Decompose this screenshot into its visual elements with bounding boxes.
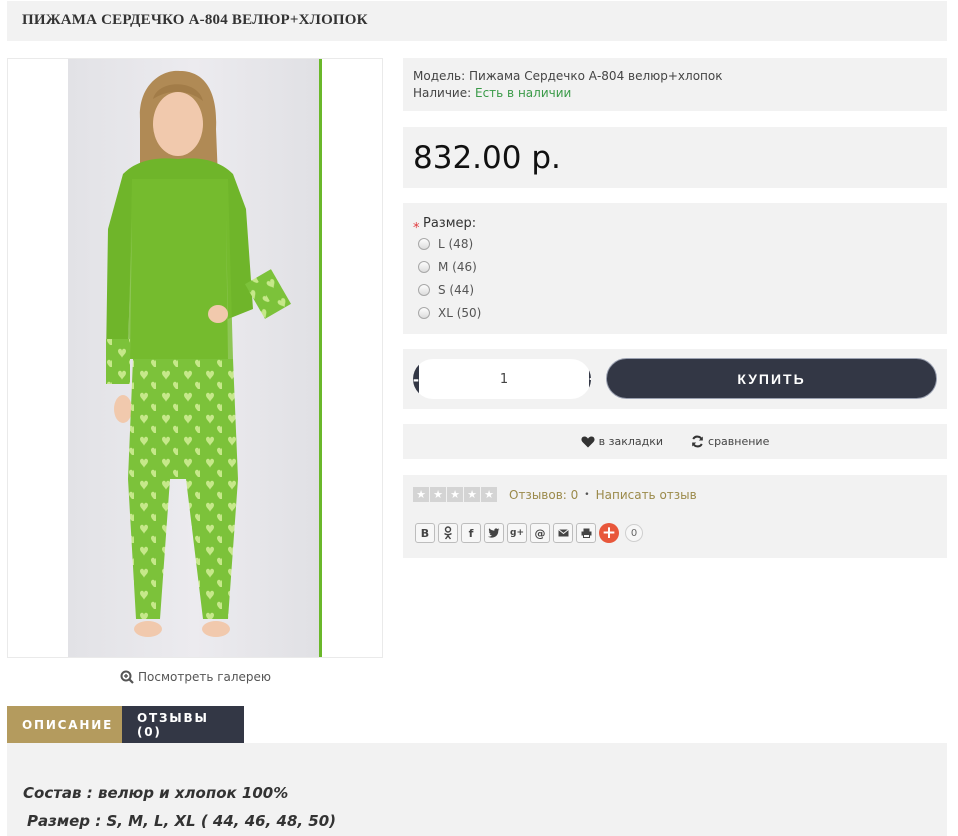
twitter-icon	[488, 528, 500, 538]
quantity-stepper: - +	[413, 359, 591, 399]
add-to-compare-link[interactable]: сравнение	[691, 435, 769, 448]
product-image-box[interactable]	[7, 58, 383, 658]
model-row: Модель: Пижама Сердечко А-804 велюр+хлоп…	[413, 69, 722, 83]
vk-share-button[interactable]: В	[415, 523, 435, 543]
printer-icon	[581, 528, 591, 538]
description-sizes: Размер : S, M, L, XL ( 44, 46, 48, 50)	[27, 812, 337, 830]
odnoklassniki-share-button[interactable]	[438, 523, 458, 543]
separator-dot: •	[584, 490, 590, 500]
size-option-label: S (44)	[438, 283, 475, 297]
size-option-label: M (46)	[438, 260, 477, 274]
size-option-label: L (48)	[438, 237, 474, 251]
size-radio-xl[interactable]	[418, 307, 430, 319]
description-composition: Состав : велюр и хлопок 100%	[23, 784, 289, 802]
stock-row: Наличие: Есть в наличии	[413, 86, 571, 100]
product-info-panel: Модель: Пижама Сердечко А-804 велюр+хлоп…	[403, 58, 947, 111]
wishlist-label: в закладки	[598, 435, 664, 448]
facebook-icon: f	[468, 526, 474, 540]
pajama-model-illustration	[106, 70, 291, 637]
product-title: ПИЖАМА СЕРДЕЧКО А-804 ВЕЛЮР+ХЛОПОК	[22, 12, 368, 28]
product-price: 832.00 р.	[413, 140, 561, 176]
increase-quantity-button[interactable]: +	[589, 359, 591, 399]
product-title-bar: ПИЖАМА СЕРДЕЧКО А-804 ВЕЛЮР+ХЛОПОК	[7, 1, 947, 41]
required-marker: *	[413, 221, 420, 236]
star-icon: ★	[481, 487, 497, 502]
envelope-icon	[557, 529, 569, 537]
product-photo[interactable]	[68, 59, 322, 657]
view-gallery-label: Посмотреть галерею	[138, 670, 272, 684]
rating-stars: ★ ★ ★ ★ ★	[413, 487, 497, 502]
buy-button[interactable]: КУПИТЬ	[606, 358, 937, 399]
at-sign-icon: @	[534, 526, 546, 540]
add-to-wishlist-link[interactable]: в закладки	[581, 435, 663, 448]
size-radio-s[interactable]	[418, 284, 430, 296]
google-plus-icon: g+	[510, 528, 524, 538]
more-share-plus-icon[interactable]: +	[599, 523, 619, 543]
size-radio-l[interactable]	[418, 238, 430, 250]
size-option-l[interactable]: L (48)	[418, 237, 473, 251]
star-icon: ★	[430, 487, 446, 502]
wishlist-compare-panel: в закладки сравнение	[403, 424, 947, 459]
print-button[interactable]	[576, 523, 596, 543]
photo-border-strip	[319, 59, 322, 657]
price-panel: 832.00 р.	[403, 127, 947, 188]
size-option-m[interactable]: M (46)	[418, 260, 477, 274]
description-content: Состав : велюр и хлопок 100% Размер : S,…	[7, 743, 947, 836]
model-value: Пижама Сердечко А-804 велюр+хлопок	[469, 69, 723, 83]
size-option-s[interactable]: S (44)	[418, 283, 474, 297]
model-label: Модель:	[413, 69, 466, 83]
twitter-share-button[interactable]	[484, 523, 504, 543]
star-icon: ★	[413, 487, 429, 502]
social-share-buttons: В f g+ @ + 0	[415, 523, 643, 543]
zoom-in-icon	[120, 670, 134, 684]
star-icon: ★	[447, 487, 463, 502]
stock-status: Есть в наличии	[475, 86, 572, 100]
product-tabs: ОПИСАНИЕ ОТЗЫВЫ (0)	[7, 706, 244, 743]
size-radio-m[interactable]	[418, 261, 430, 273]
size-option-xl[interactable]: XL (50)	[418, 306, 481, 320]
compare-label: сравнение	[708, 435, 770, 448]
star-icon: ★	[464, 487, 480, 502]
view-gallery-link[interactable]: Посмотреть галерею	[120, 670, 271, 684]
size-label: Размер:	[423, 216, 477, 231]
vk-icon: В	[420, 526, 430, 540]
review-links: Отзывов: 0 • Написать отзыв	[509, 488, 697, 502]
mailru-share-button[interactable]: @	[530, 523, 550, 543]
size-options-panel: * Размер: L (48) M (46) S (44) XL (50)	[403, 203, 947, 334]
share-count-badge: 0	[625, 524, 643, 542]
write-review-link[interactable]: Написать отзыв	[596, 488, 697, 502]
email-share-button[interactable]	[553, 523, 573, 543]
heart-icon	[581, 436, 595, 447]
tab-reviews[interactable]: ОТЗЫВЫ (0)	[122, 706, 244, 743]
size-option-label: XL (50)	[438, 306, 482, 320]
reviews-share-panel: ★ ★ ★ ★ ★ Отзывов: 0 • Написать отзыв В …	[403, 475, 947, 558]
facebook-share-button[interactable]: f	[461, 523, 481, 543]
odnoklassniki-icon	[444, 526, 452, 540]
google-plus-share-button[interactable]: g+	[507, 523, 527, 543]
stock-label: Наличие:	[413, 86, 472, 100]
reviews-count-link[interactable]: Отзывов: 0	[509, 488, 578, 502]
purchase-panel: - + КУПИТЬ	[403, 349, 947, 409]
quantity-input[interactable]	[419, 359, 589, 399]
refresh-icon	[692, 435, 703, 448]
tab-description[interactable]: ОПИСАНИЕ	[7, 706, 122, 743]
